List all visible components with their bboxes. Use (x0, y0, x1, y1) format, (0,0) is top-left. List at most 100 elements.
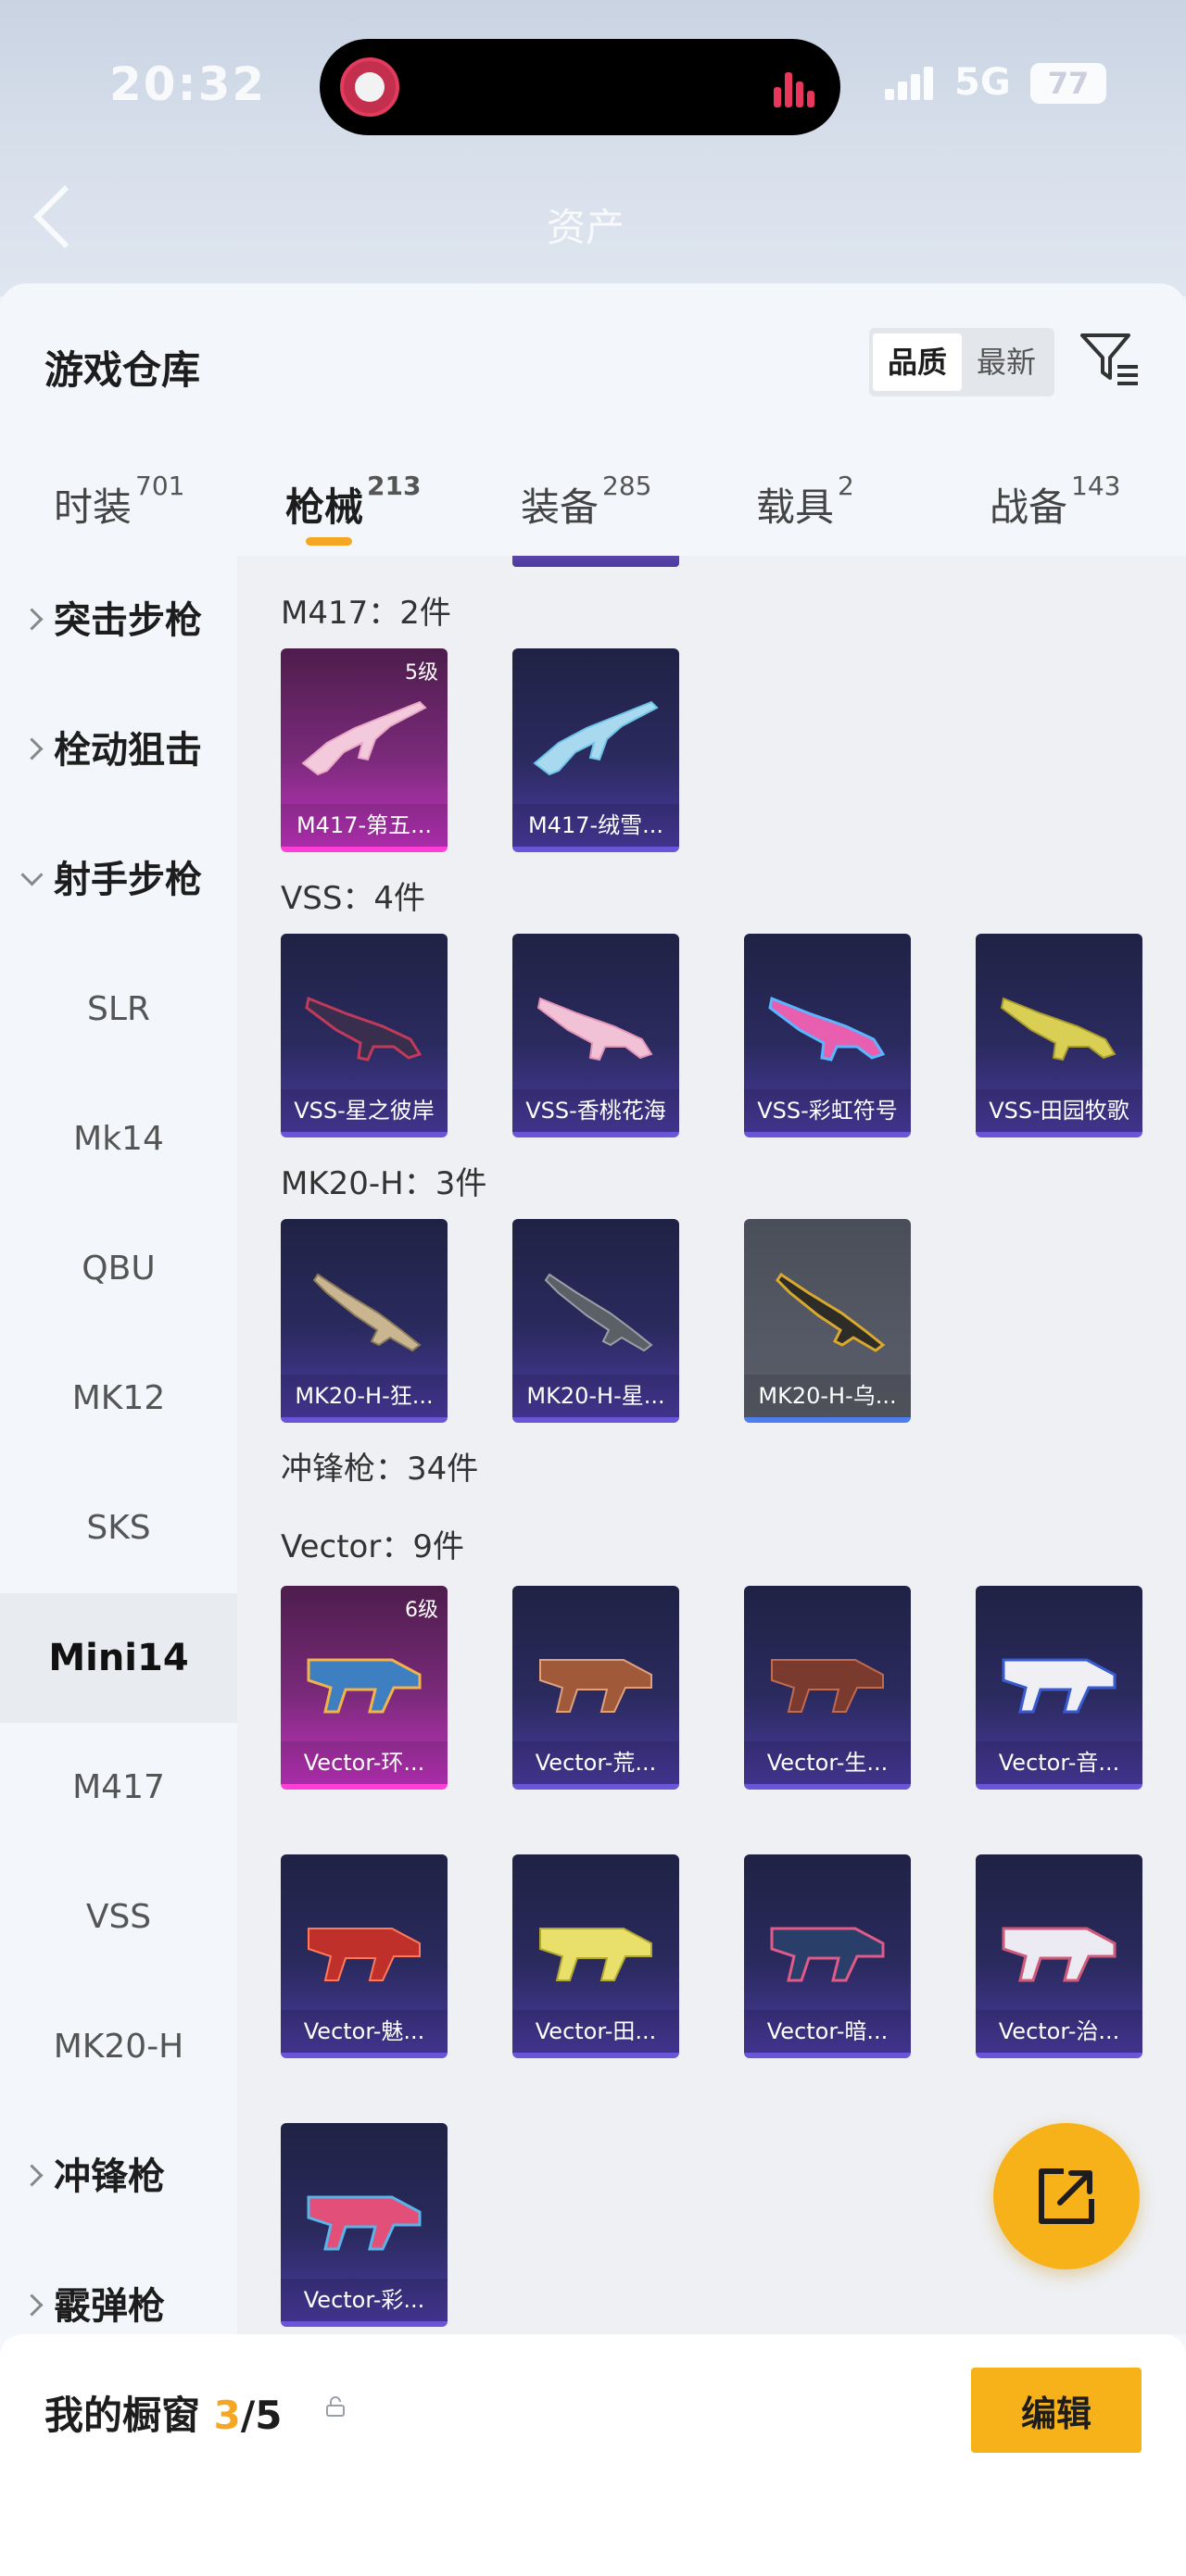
weapon-name: Vector-田... (512, 2010, 679, 2053)
weapon-card[interactable]: Vector-生... (744, 1586, 911, 1790)
battery-icon: 77 (1030, 63, 1106, 104)
weapon-name: VSS-彩虹符号 (744, 1089, 911, 1132)
weapon-card[interactable]: Vector-暗... (744, 1854, 911, 2058)
chevron-right-icon (20, 608, 44, 631)
filter-icon[interactable] (1079, 330, 1143, 389)
sidebar-item-mk20h[interactable]: MK20-H (0, 1982, 237, 2112)
sidebar-item-mk14[interactable]: Mk14 (0, 1074, 237, 1204)
music-avatar-icon (340, 57, 399, 117)
weapon-name: VSS-香桃花海 (512, 1089, 679, 1132)
weapon-card[interactable]: VSS-星之彼岸 (281, 934, 448, 1137)
group-label-smg: 冲锋枪：34件 (281, 1451, 479, 1488)
sidebar-item-slr[interactable]: SLR (0, 945, 237, 1074)
rifle-icon (536, 997, 653, 1062)
audio-bars-icon (774, 70, 814, 107)
weapon-card[interactable]: MK20-H-乌... (744, 1219, 911, 1423)
category-tabs: 时装 701 枪械 213 装备 285 载具 2 战备 143 (0, 465, 1186, 561)
smg-icon (307, 1658, 422, 1714)
weapon-name: Vector-魅... (281, 2010, 448, 2053)
active-tab-indicator (306, 537, 352, 546)
sheet-title: 游戏仓库 (44, 347, 201, 393)
tab-fashion[interactable]: 时装 701 (54, 471, 184, 533)
sidebar-item-smg[interactable]: 冲锋枪 (0, 2112, 237, 2242)
weapon-card[interactable]: MK20-H-狂... (281, 1219, 448, 1423)
sidebar-item-mini14[interactable]: Mini14 (0, 1593, 237, 1723)
sidebar-item-sks[interactable]: SKS (0, 1464, 237, 1593)
weapon-name: VSS-星之彼岸 (281, 1089, 448, 1132)
weapon-card[interactable]: M417-绒雪... (512, 648, 679, 852)
rifle-icon (1000, 997, 1117, 1062)
sort-newest-button[interactable]: 最新 (962, 333, 1051, 391)
smg-icon (771, 1659, 884, 1713)
tab-equipment[interactable]: 装备 285 (521, 471, 651, 533)
level-badge: 5级 (405, 661, 438, 685)
smg-icon (307, 2195, 422, 2251)
weapon-name: M417-第五... (281, 804, 448, 847)
share-icon (1039, 2168, 1094, 2224)
weapon-card[interactable]: Vector-音... (976, 1586, 1142, 1790)
rifle-icon (544, 1273, 653, 1352)
weapon-name: VSS-田园牧歌 (976, 1089, 1142, 1132)
sidebar-item-shotgun[interactable]: 霰弹枪 (0, 2242, 237, 2334)
sidebar-item-dmr[interactable]: 射手步枪 (0, 815, 237, 945)
rifle-icon (768, 996, 886, 1062)
smg-icon (1002, 1927, 1117, 1982)
sort-quality-button[interactable]: 品质 (873, 333, 962, 391)
weapon-card[interactable]: 5级 M417-第五... (281, 648, 448, 852)
weapon-card[interactable]: Vector-彩... (281, 2123, 448, 2327)
smg-icon (539, 1928, 652, 1981)
weapon-card[interactable]: VSS-彩虹符号 (744, 934, 911, 1137)
smg-icon (539, 1659, 652, 1713)
rifle-icon (312, 1273, 422, 1352)
showcase-label: 我的橱窗 3/5 (44, 2393, 283, 2438)
smg-icon (770, 1927, 885, 1982)
weapon-card[interactable]: Vector-荒... (512, 1586, 679, 1790)
weapon-name: Vector-生... (744, 1741, 911, 1784)
weapon-card[interactable]: MK20-H-星... (512, 1219, 679, 1423)
weapon-card[interactable]: Vector-魅... (281, 1854, 448, 2058)
weapon-card[interactable]: VSS-田园牧歌 (976, 934, 1142, 1137)
chevron-right-icon (20, 737, 44, 760)
group-label-vector: Vector：9件 (281, 1528, 464, 1565)
status-time: 20:32 (109, 57, 267, 111)
sidebar-item-mk12[interactable]: MK12 (0, 1334, 237, 1464)
weapon-sidebar: 突击步枪 栓动狙击 射手步枪 SLR Mk14 QBU MK12 SKS Min… (0, 556, 237, 2334)
group-label-m417: M417：2件 (281, 595, 451, 632)
weapon-name: MK20-H-狂... (281, 1375, 448, 1417)
share-button[interactable] (993, 2123, 1140, 2269)
dynamic-island (320, 39, 840, 135)
weapon-name: Vector-治... (976, 2010, 1142, 2053)
weapon-name: Vector-音... (976, 1741, 1142, 1784)
tab-supplies[interactable]: 战备 143 (990, 471, 1120, 533)
sidebar-item-bolt-sniper[interactable]: 栓动狙击 (0, 685, 237, 815)
tab-guns[interactable]: 枪械 213 (285, 471, 421, 533)
weapon-card[interactable]: Vector-治... (976, 1854, 1142, 2058)
tab-vehicles[interactable]: 载具 2 (756, 471, 854, 533)
weapon-card[interactable]: VSS-香桃花海 (512, 934, 679, 1137)
weapon-name: MK20-H-星... (512, 1375, 679, 1417)
weapon-card[interactable]: Vector-田... (512, 1854, 679, 2058)
sidebar-item-vss[interactable]: VSS (0, 1853, 237, 1982)
sidebar-item-m417[interactable]: M417 (0, 1723, 237, 1853)
chevron-down-icon (20, 863, 44, 886)
weapon-name: Vector-暗... (744, 2010, 911, 2053)
card-edge-peek (512, 556, 679, 567)
sidebar-item-qbu[interactable]: QBU (0, 1204, 237, 1334)
signal-icon (885, 67, 940, 100)
weapon-grid: M417：2件 5级 M417-第五... M417-绒雪... VSS：4件 … (237, 556, 1186, 2334)
smg-icon (308, 1928, 421, 1981)
edit-button[interactable]: 编辑 (971, 2368, 1142, 2453)
rifle-icon (301, 700, 427, 776)
weapon-card[interactable]: 6级 Vector-环... (281, 1586, 448, 1790)
showcase-bar: 我的橱窗 3/5 编辑 (0, 2334, 1186, 2576)
weapon-name: M417-绒雪... (512, 804, 679, 847)
sort-toggle: 品质 最新 (869, 328, 1054, 396)
group-label-mk20h: MK20-H：3件 (281, 1165, 487, 1202)
lock-icon (326, 2396, 345, 2417)
chevron-right-icon (20, 2293, 44, 2317)
weapon-name: Vector-彩... (281, 2279, 448, 2321)
rifle-icon (305, 996, 423, 1062)
chevron-right-icon (20, 2164, 44, 2187)
sidebar-item-assault-rifle[interactable]: 突击步枪 (0, 556, 237, 685)
network-type: 5G (954, 61, 1011, 104)
